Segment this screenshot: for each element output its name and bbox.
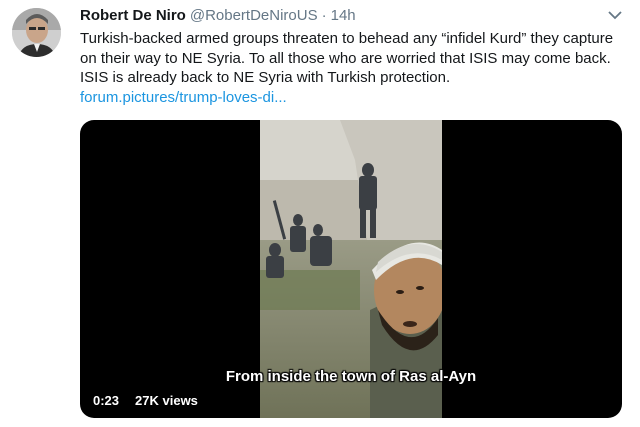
separator-dot: · [321, 7, 327, 24]
author-name[interactable]: Robert De Niro [80, 7, 186, 24]
video-duration: 0:23 [88, 390, 125, 411]
video-views: 27K views [130, 390, 203, 411]
tweet-header: Robert De Niro @RobertDeNiroUS · 14h [80, 6, 356, 26]
avatar-photo [12, 8, 61, 57]
video-subtitle: From inside the town of Ras al-Ayn [225, 368, 477, 385]
tweet-body: Turkish-backed armed groups threaten to … [80, 29, 625, 107]
chevron-down-icon[interactable] [608, 10, 622, 20]
avatar[interactable] [12, 8, 61, 57]
author-handle[interactable]: @RobertDeNiroUS [190, 7, 318, 24]
tweet-link[interactable]: forum.pictures/trump-loves-di... [80, 88, 287, 108]
timestamp[interactable]: 14h [331, 7, 356, 24]
video-player[interactable]: From inside the town of Ras al-Ayn 0:23 … [80, 120, 622, 418]
tweet-card[interactable]: Robert De Niro @RobertDeNiroUS · 14h Turkis… [0, 0, 640, 427]
video-badges: 0:23 27K views [88, 390, 203, 411]
tweet-text: Turkish-backed armed groups threaten to … [80, 30, 614, 86]
